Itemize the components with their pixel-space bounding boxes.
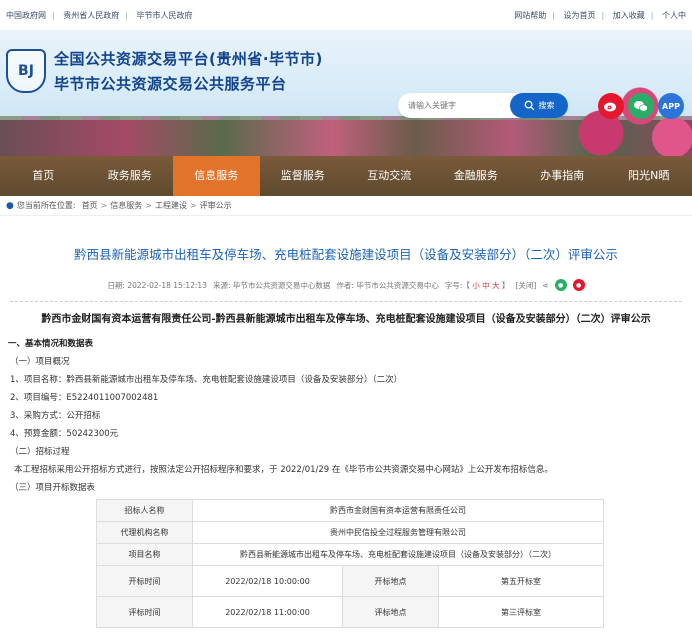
article-title: 黔西县新能源城市出租车及停车场、充电桩配套设施建设项目（设备及安装部分）（二次）… bbox=[74, 247, 618, 262]
top-bar-left: 中国政府网 | 贵州省人民政府 | 毕节市人民政府 bbox=[6, 10, 193, 21]
site-title-line2: 毕节市公共资源交易公共服务平台 bbox=[54, 75, 287, 93]
table-cell-value: 黔西市金财国有资本运营有限责任公司 bbox=[192, 499, 604, 522]
document-title: 黔西市金财国有资本运营有限责任公司-黔西县新能源城市出租车及停车场、充电桩配套设… bbox=[41, 314, 651, 325]
breadcrumb-review-notice[interactable]: 评审公示 bbox=[200, 200, 232, 211]
breadcrumb-info-services[interactable]: 信息服务 bbox=[110, 200, 142, 211]
meta-fontsize-control: 字号:【 小 中 大 】 bbox=[445, 280, 510, 291]
meta-date: 日期: 2022-02-18 15:12:13 bbox=[107, 280, 207, 290]
link-help[interactable]: 网站帮助 bbox=[514, 11, 546, 20]
breadcrumb-separator: > bbox=[100, 201, 108, 210]
separator: | bbox=[650, 10, 654, 20]
site-logo[interactable]: BJ 全国公共资源交易平台(贵州省·毕节市) 毕节市公共资源交易公共服务平台 bbox=[6, 48, 323, 94]
link-set-home[interactable]: 设为首页 bbox=[564, 11, 596, 20]
search-button-label: 搜索 bbox=[538, 101, 555, 110]
share-icon[interactable]: ⋖ bbox=[542, 281, 548, 290]
fontsize-close-bracket: 】 bbox=[501, 280, 510, 290]
separator: | bbox=[601, 10, 605, 20]
table-row: 项目名称 黔西县新能源城市出租车及停车场、充电桩配套设施建设项目（设备及安装部分… bbox=[96, 543, 604, 566]
table-cell-value: 第五开标室 bbox=[438, 565, 604, 597]
nav-item-sunshine[interactable]: 阳光N晒 bbox=[606, 156, 692, 196]
separator: | bbox=[552, 10, 555, 20]
link-guizhou-gov[interactable]: 贵州省人民政府 bbox=[63, 11, 119, 20]
meta-source: 来源: 毕节市公共资源交易中心数据 bbox=[212, 280, 331, 290]
bid-data-table: 招标人名称 黔西市金财国有资本运营有限责任公司 代理机构名称 贵州中民信投全过程… bbox=[96, 499, 604, 628]
link-personal[interactable]: 个人中 bbox=[662, 11, 686, 20]
nav-item-guide[interactable]: 办事指南 bbox=[519, 156, 606, 196]
fontsize-label: 字号:【 bbox=[444, 280, 470, 290]
project-number: 2、项目编号：E5224011007002481 bbox=[10, 393, 159, 403]
close-page-button[interactable]: [关闭] bbox=[515, 280, 536, 291]
weibo-icon[interactable] bbox=[598, 93, 624, 119]
subsection-heading: （一）项目概况 bbox=[10, 357, 70, 367]
wechat-icon[interactable] bbox=[628, 93, 654, 119]
nav-item-interaction[interactable]: 互动交流 bbox=[346, 156, 433, 196]
link-gov-cn[interactable]: 中国政府网 bbox=[6, 11, 46, 20]
nav-item-supervision[interactable]: 监督服务 bbox=[260, 156, 347, 196]
table-cell-value: 黔西县新能源城市出租车及停车场、充电桩配套设施建设项目（设备及安装部分）（二次） bbox=[192, 543, 604, 566]
section-heading: 一、基本情况和数据表 bbox=[8, 339, 94, 349]
nav-item-home[interactable]: 首页 bbox=[0, 156, 87, 196]
header-banner: BJ 全国公共资源交易平台(贵州省·毕节市) 毕节市公共资源交易公共服务平台 搜… bbox=[0, 30, 692, 156]
breadcrumb-prefix: 您当前所在位置: bbox=[16, 201, 76, 210]
table-cell-label: 开标地点 bbox=[342, 565, 439, 597]
breadcrumb-separator: > bbox=[189, 201, 197, 210]
table-row: 开标时间 2022/02/18 10:00:00 开标地点 第五开标室 bbox=[96, 565, 604, 597]
table-cell-label: 开标时间 bbox=[96, 565, 193, 597]
table-row: 招标人名称 黔西市金财国有资本运营有限责任公司 bbox=[96, 499, 604, 522]
search-button[interactable]: 搜索 bbox=[510, 93, 568, 118]
project-name: 1、项目名称：黔西县新能源城市出租车及停车场、充电桩配套设施建设项目（设备及安装… bbox=[10, 375, 403, 385]
app-icon[interactable]: APP bbox=[658, 93, 684, 119]
breadcrumb-separator: > bbox=[145, 201, 152, 210]
article-meta: 日期: 2022-02-18 15:12:13 来源: 毕节市公共资源交易中心数… bbox=[0, 279, 692, 291]
table-cell-value: 2022/02/18 10:00:00 bbox=[192, 565, 343, 597]
search-icon bbox=[524, 100, 534, 111]
table-row: 评标时间 2022/02/18 11:00:00 评标地点 第三评标室 bbox=[96, 596, 604, 628]
share-wechat-icon[interactable]: ● bbox=[554, 279, 567, 291]
logo-emblem-icon: BJ bbox=[6, 49, 46, 93]
top-bar-right: 网站帮助 | 设为首页 | 加入收藏 | 个人中 bbox=[514, 10, 686, 21]
nav-item-finance[interactable]: 金融服务 bbox=[433, 156, 520, 196]
nav-item-information-services[interactable]: 信息服务 bbox=[173, 156, 260, 196]
subsection-heading: （二）招标过程 bbox=[10, 447, 70, 457]
search-box: 搜索 bbox=[398, 93, 568, 118]
font-small-button[interactable]: 小 bbox=[472, 281, 480, 290]
subsection-heading: （三）项目开标数据表 bbox=[10, 483, 96, 493]
logo-text: 全国公共资源交易平台(贵州省·毕节市) 毕节市公共资源交易公共服务平台 bbox=[54, 48, 323, 94]
budget-amount: 4、预算金额：50242300元 bbox=[10, 429, 119, 439]
table-cell-label: 招标人名称 bbox=[96, 499, 193, 522]
breadcrumb-construction[interactable]: 工程建设 bbox=[155, 200, 187, 211]
table-row: 代理机构名称 贵州中民信投全过程服务管理有限公司 bbox=[96, 521, 604, 544]
divider bbox=[10, 301, 682, 302]
link-bijie-gov[interactable]: 毕节市人民政府 bbox=[137, 11, 193, 20]
table-cell-label: 代理机构名称 bbox=[96, 521, 193, 544]
table-cell-label: 评标时间 bbox=[96, 596, 193, 628]
table-cell-value: 贵州中民信投全过程服务管理有限公司 bbox=[192, 521, 604, 544]
separator: | bbox=[125, 10, 128, 20]
share-weibo-icon[interactable]: ● bbox=[572, 279, 585, 291]
table-cell-value: 第三评标室 bbox=[438, 596, 604, 628]
link-favorite[interactable]: 加入收藏 bbox=[613, 11, 645, 20]
font-medium-button[interactable]: 中 bbox=[482, 281, 490, 290]
main-nav: 首页 政务服务 信息服务 监督服务 互动交流 金融服务 办事指南 阳光N晒 bbox=[0, 156, 692, 196]
procurement-method: 3、采购方式：公开招标 bbox=[10, 411, 101, 421]
meta-author: 作者: 毕节市公共资源交易中心 bbox=[336, 280, 439, 290]
table-cell-label: 项目名称 bbox=[96, 543, 193, 566]
table-cell-label: 评标地点 bbox=[342, 596, 439, 628]
breadcrumb: ● 您当前所在位置: 首页 > 信息服务 > 工程建设 > 评审公示 bbox=[0, 196, 692, 216]
nav-item-government-services[interactable]: 政务服务 bbox=[87, 156, 174, 196]
separator: | bbox=[52, 10, 55, 20]
font-large-button[interactable]: 大 bbox=[492, 281, 500, 290]
process-text: 本工程招标采用公开招标方式进行，按照法定公开招标程序和要求，于 2022/01/… bbox=[14, 465, 553, 475]
site-title-line1: 全国公共资源交易平台(贵州省·毕节市) bbox=[54, 50, 323, 68]
location-pin-icon: ● bbox=[6, 200, 14, 211]
search-input[interactable] bbox=[408, 101, 510, 110]
top-bar: 中国政府网 | 贵州省人民政府 | 毕节市人民政府 网站帮助 | 设为首页 | 加入收藏… bbox=[0, 0, 692, 30]
breadcrumb-home[interactable]: 首页 bbox=[82, 200, 98, 211]
table-cell-value: 2022/02/18 11:00:00 bbox=[192, 596, 343, 628]
